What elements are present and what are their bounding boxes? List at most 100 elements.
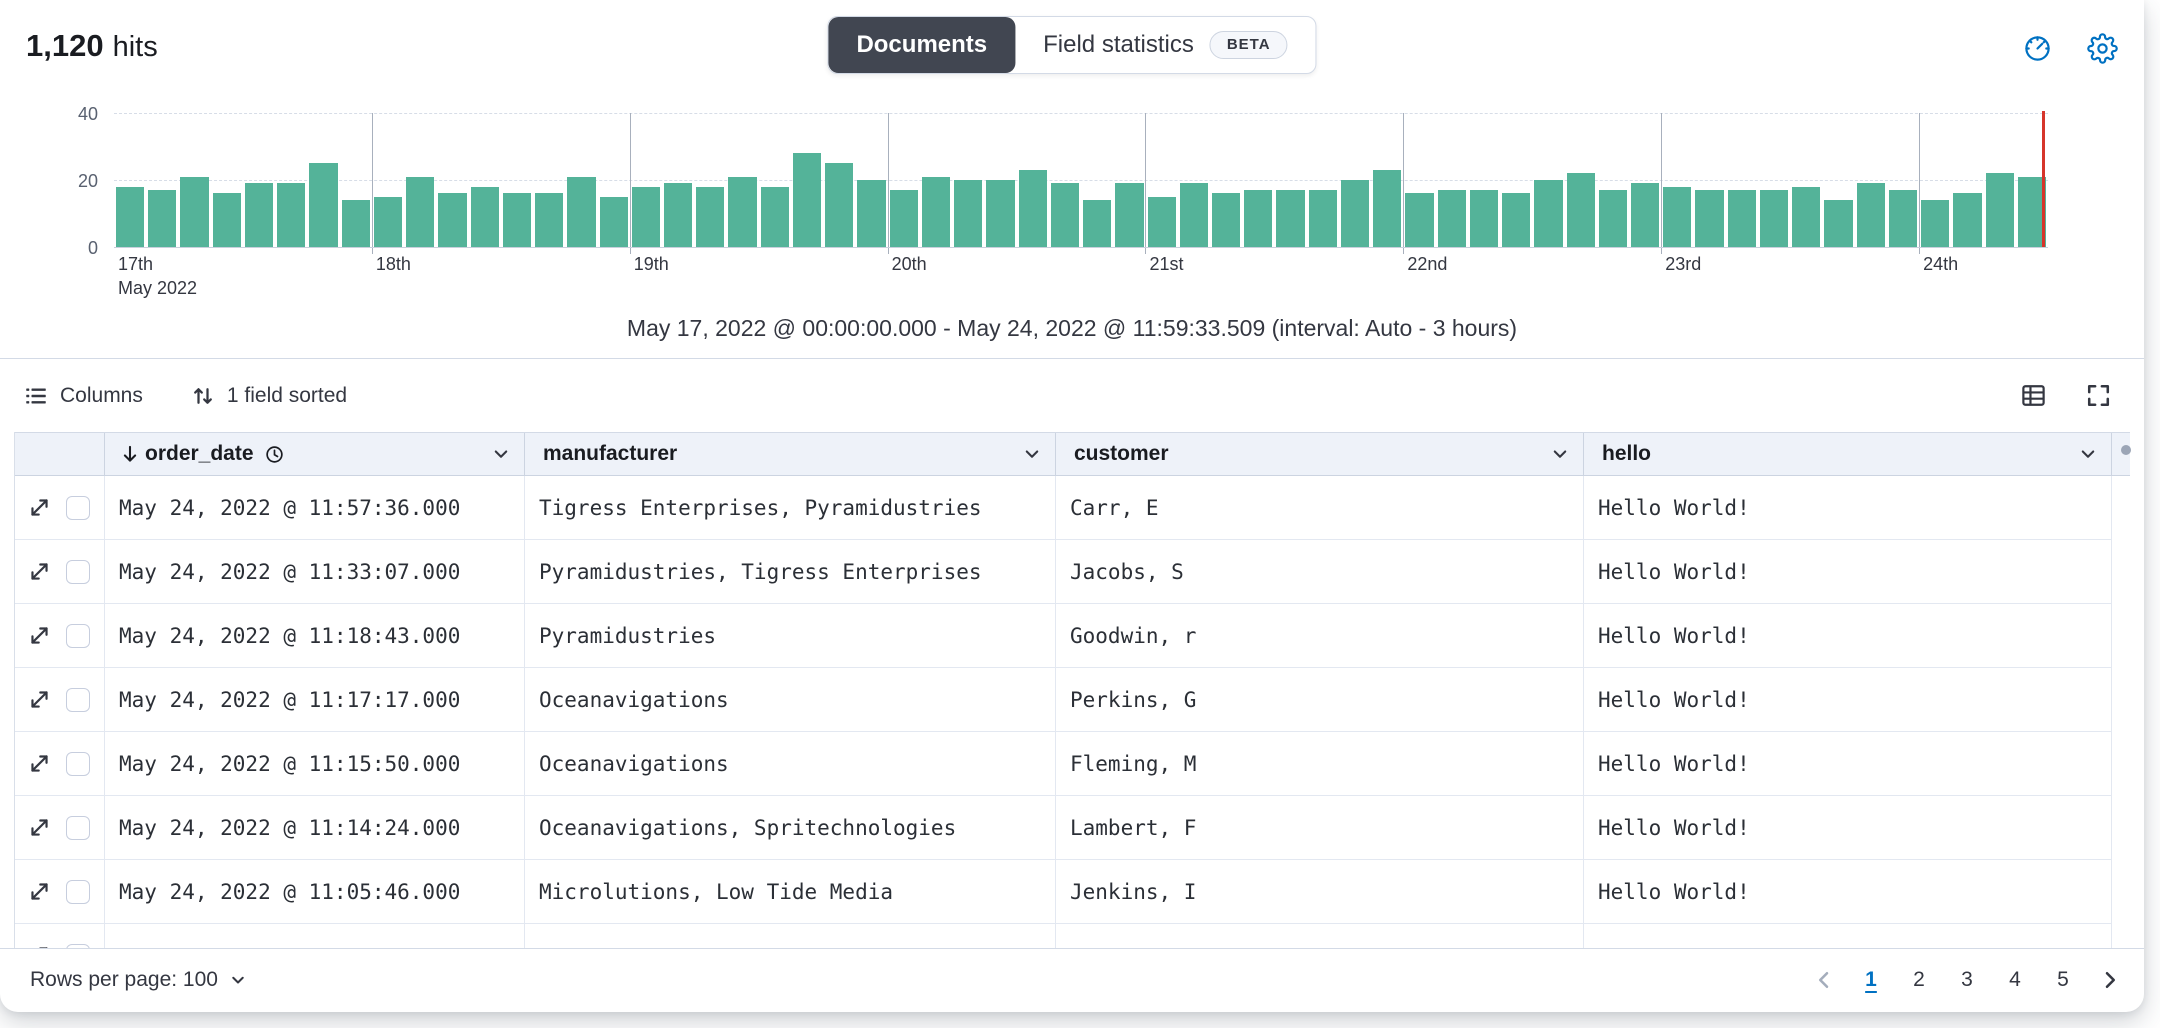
histogram-bar[interactable] (1889, 190, 1917, 247)
histogram-bar[interactable] (1728, 190, 1756, 247)
chevron-down-icon[interactable] (2077, 443, 2099, 465)
histogram-bar[interactable] (1695, 190, 1723, 247)
histogram-bar[interactable] (116, 187, 144, 247)
row-checkbox[interactable] (66, 560, 90, 584)
histogram-bar[interactable] (1599, 190, 1627, 247)
histogram-bar[interactable] (438, 193, 466, 247)
page-button-5[interactable]: 5 (2042, 959, 2084, 1001)
histogram-bar[interactable] (761, 187, 789, 247)
histogram-bar[interactable] (213, 193, 241, 247)
row-checkbox[interactable] (66, 944, 90, 949)
row-checkbox[interactable] (66, 624, 90, 648)
histogram-bar[interactable] (1115, 183, 1143, 247)
histogram-bar[interactable] (1824, 200, 1852, 247)
page-button-2[interactable]: 2 (1898, 959, 1940, 1001)
histogram-bar[interactable] (1244, 190, 1272, 247)
histogram-bar[interactable] (632, 187, 660, 247)
histogram-bar[interactable] (1921, 200, 1949, 247)
column-header-customer[interactable]: customer (1056, 433, 1584, 475)
histogram-bar[interactable] (890, 190, 918, 247)
histogram-bar[interactable] (1373, 170, 1401, 247)
histogram-bar[interactable] (664, 183, 692, 247)
page-button-4[interactable]: 4 (1994, 959, 2036, 1001)
row-checkbox[interactable] (66, 496, 90, 520)
row-checkbox[interactable] (66, 752, 90, 776)
chevron-down-icon[interactable] (1021, 443, 1043, 465)
chart-options-icon[interactable] (2022, 33, 2053, 64)
row-checkbox[interactable] (66, 688, 90, 712)
histogram-bar[interactable] (180, 177, 208, 247)
column-header-hello[interactable]: hello (1584, 433, 2112, 475)
histogram-bar[interactable] (1438, 190, 1466, 247)
histogram-bar[interactable] (471, 187, 499, 247)
histogram-bar[interactable] (600, 197, 628, 247)
row-checkbox[interactable] (66, 816, 90, 840)
previous-page-icon[interactable] (1808, 964, 1840, 996)
histogram-bar[interactable] (1792, 187, 1820, 247)
expand-row-icon[interactable] (26, 686, 53, 713)
row-checkbox[interactable] (66, 880, 90, 904)
chevron-down-icon[interactable] (1549, 443, 1571, 465)
histogram-bar[interactable] (1051, 183, 1079, 247)
histogram-bar[interactable] (1502, 193, 1530, 247)
histogram-bar[interactable] (1631, 183, 1659, 247)
histogram-bar[interactable] (406, 177, 434, 247)
column-header-manufacturer[interactable]: manufacturer (525, 433, 1056, 475)
scrollbar-thumb[interactable] (2121, 445, 2131, 455)
histogram-bar[interactable] (793, 153, 821, 247)
tab-documents[interactable]: Documents (828, 17, 1015, 73)
histogram-bar[interactable] (1857, 183, 1885, 247)
chevron-down-icon[interactable] (490, 443, 512, 465)
histogram-bar[interactable] (1212, 193, 1240, 247)
histogram-bar[interactable] (728, 177, 756, 247)
histogram-bar[interactable] (1663, 187, 1691, 247)
expand-row-icon[interactable] (26, 814, 53, 841)
histogram-bar[interactable] (309, 163, 337, 247)
histogram-bar[interactable] (342, 200, 370, 247)
histogram-bar[interactable] (1986, 173, 2014, 247)
expand-row-icon[interactable] (26, 750, 53, 777)
histogram-bar[interactable] (696, 187, 724, 247)
histogram-bar[interactable] (374, 197, 402, 247)
histogram-bar[interactable] (245, 183, 273, 247)
histogram-bar[interactable] (148, 190, 176, 247)
histogram-bar[interactable] (922, 177, 950, 247)
page-button-1[interactable]: 1 (1850, 959, 1892, 1001)
histogram-bar[interactable] (954, 180, 982, 247)
histogram-bar[interactable] (1470, 190, 1498, 247)
sort-fields-button[interactable]: 1 field sorted (191, 384, 347, 408)
histogram-bar[interactable] (1276, 190, 1304, 247)
histogram-bar[interactable] (1567, 173, 1595, 247)
histogram-bar[interactable] (503, 193, 531, 247)
histogram-bar[interactable] (1534, 180, 1562, 247)
histogram-bar[interactable] (277, 183, 305, 247)
display-options-icon[interactable] (2020, 382, 2047, 409)
histogram-bar[interactable] (1341, 180, 1369, 247)
histogram-bar[interactable] (825, 163, 853, 247)
histogram-bar[interactable] (986, 180, 1014, 247)
expand-row-icon[interactable] (26, 622, 53, 649)
histogram-bar[interactable] (1953, 193, 1981, 247)
histogram-bar[interactable] (567, 177, 595, 247)
column-header-order-date[interactable]: order_date (105, 433, 525, 475)
gear-icon[interactable] (2087, 33, 2118, 64)
histogram-bar[interactable] (857, 180, 885, 247)
expand-row-icon[interactable] (26, 558, 53, 585)
histogram-bar[interactable] (1148, 197, 1176, 247)
histogram-bar[interactable] (535, 193, 563, 247)
histogram-bar[interactable] (1083, 200, 1111, 247)
expand-row-icon[interactable] (26, 878, 53, 905)
histogram-bar[interactable] (1405, 193, 1433, 247)
fullscreen-icon[interactable] (2085, 382, 2112, 409)
histogram-bar[interactable] (1760, 190, 1788, 247)
histogram-bar[interactable] (1309, 190, 1337, 247)
histogram-bar[interactable] (1180, 183, 1208, 247)
expand-row-icon[interactable] (26, 494, 53, 521)
next-page-icon[interactable] (2094, 964, 2126, 996)
page-button-3[interactable]: 3 (1946, 959, 1988, 1001)
expand-row-icon[interactable] (26, 942, 53, 948)
columns-button[interactable]: Columns (24, 384, 143, 408)
rows-per-page-button[interactable]: Rows per page: 100 (24, 967, 254, 993)
tab-field-statistics[interactable]: Field statistics BETA (1015, 17, 1315, 73)
histogram-bar[interactable] (1019, 170, 1047, 247)
